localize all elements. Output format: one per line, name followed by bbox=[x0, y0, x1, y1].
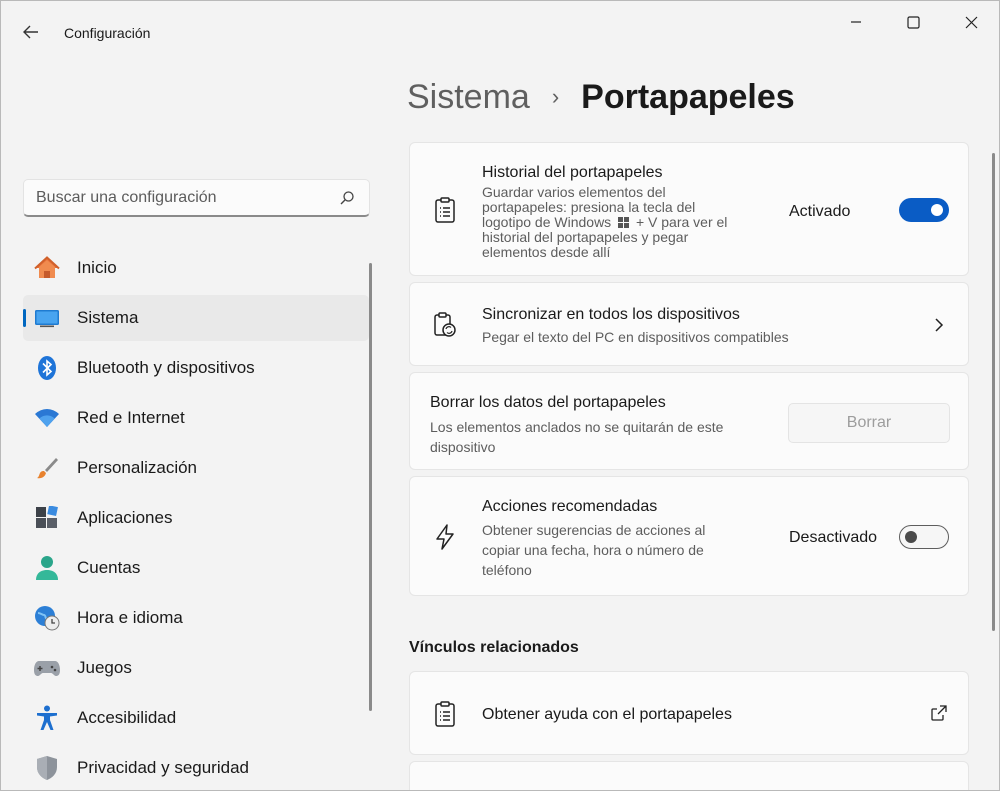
suggested-actions-card: Acciones recomendadas Obtener sugerencia… bbox=[409, 476, 969, 596]
card-description: Pegar el texto del PC en dispositivos co… bbox=[482, 329, 789, 345]
clipboard-icon bbox=[432, 701, 458, 727]
breadcrumb: Sistema › Portapapeles bbox=[407, 75, 795, 119]
account-icon bbox=[34, 555, 60, 581]
sidebar-item-sistema[interactable]: Sistema bbox=[23, 295, 369, 341]
page-title: Portapapeles bbox=[581, 77, 795, 116]
search-input[interactable] bbox=[24, 180, 324, 216]
external-link-icon bbox=[931, 705, 947, 721]
clipboard-history-toggle[interactable] bbox=[899, 198, 949, 222]
clear-button[interactable]: Borrar bbox=[788, 403, 950, 443]
shield-icon bbox=[34, 755, 60, 781]
sidebar-nav: Inicio Sistema Bluetooth y dispositivos … bbox=[23, 245, 369, 790]
sidebar-item-red[interactable]: Red e Internet bbox=[23, 395, 369, 441]
sidebar-item-cuentas[interactable]: Cuentas bbox=[23, 545, 369, 591]
sidebar-item-label: Accesibilidad bbox=[77, 708, 177, 727]
sidebar-item-personalizacion[interactable]: Personalización bbox=[23, 445, 369, 491]
card-description-line: Los elementos anclados no se quitarán de… bbox=[430, 419, 724, 435]
related-links-title: Vínculos relacionados bbox=[409, 639, 579, 656]
minimize-icon bbox=[851, 21, 861, 23]
paintbrush-icon bbox=[34, 455, 60, 481]
search-icon[interactable] bbox=[339, 190, 355, 206]
globe-clock-icon bbox=[34, 605, 60, 631]
search-box[interactable] bbox=[23, 179, 370, 217]
breadcrumb-separator: › bbox=[551, 84, 560, 109]
sidebar-item-label: Cuentas bbox=[77, 558, 141, 577]
suggested-actions-toggle[interactable] bbox=[899, 525, 949, 549]
sidebar-item-label: Bluetooth y dispositivos bbox=[77, 358, 255, 377]
breadcrumb-parent[interactable]: Sistema bbox=[407, 78, 530, 117]
card-description-line: Obtener sugerencias de acciones al bbox=[482, 522, 706, 538]
card-description-line: logotipo de Windows + V para ver el bbox=[482, 215, 727, 230]
close-icon bbox=[965, 16, 977, 28]
windows-logo-icon bbox=[618, 217, 630, 228]
app-title: Configuración bbox=[64, 25, 151, 41]
close-button[interactable] bbox=[948, 7, 994, 37]
maximize-icon bbox=[906, 15, 920, 29]
card-description-line: Guardar varios elementos del bbox=[482, 184, 666, 200]
wifi-icon bbox=[34, 405, 60, 431]
toggle-state-label: Desactivado bbox=[789, 529, 878, 546]
sidebar-item-inicio[interactable]: Inicio bbox=[23, 245, 369, 291]
card-description-text: logotipo de Windows bbox=[482, 214, 612, 230]
system-display-icon bbox=[34, 305, 60, 331]
home-icon bbox=[34, 255, 60, 281]
sidebar-item-label: Juegos bbox=[77, 658, 132, 677]
accessibility-icon bbox=[34, 705, 60, 731]
sidebar-item-label: Hora e idioma bbox=[77, 608, 183, 627]
sidebar-item-hora[interactable]: Hora e idioma bbox=[23, 595, 369, 641]
help-link-card[interactable]: Obtener ayuda con el portapapeles bbox=[409, 671, 969, 755]
sidebar-item-label: Inicio bbox=[77, 258, 117, 277]
card-description-line: teléfono bbox=[482, 562, 532, 578]
maximize-button[interactable] bbox=[890, 7, 936, 37]
card-title: Acciones recomendadas bbox=[482, 498, 658, 515]
clipboard-sync-icon bbox=[432, 312, 458, 338]
gamepad-icon bbox=[34, 655, 60, 681]
help-link-label: Obtener ayuda con el portapapeles bbox=[482, 706, 732, 723]
card-title: Sincronizar en todos los dispositivos bbox=[482, 306, 740, 323]
clipboard-icon bbox=[432, 197, 458, 223]
sidebar-item-accesibilidad[interactable]: Accesibilidad bbox=[23, 695, 369, 741]
apps-icon bbox=[34, 505, 60, 531]
card-description-line: elementos desde allí bbox=[482, 244, 611, 260]
sync-devices-card[interactable]: Sincronizar en todos los dispositivos Pe… bbox=[409, 282, 969, 366]
sidebar-item-label: Aplicaciones bbox=[77, 508, 173, 527]
back-arrow-icon bbox=[23, 25, 38, 39]
settings-window: Configuración Sistema › Portapapeles Ini… bbox=[0, 0, 1000, 791]
card-title: Borrar los datos del portapapeles bbox=[430, 394, 666, 411]
clipboard-history-card: Historial del portapapeles Guardar vario… bbox=[409, 142, 969, 276]
sidebar-item-privacidad[interactable]: Privacidad y seguridad bbox=[23, 745, 369, 790]
main-scrollbar[interactable] bbox=[992, 153, 995, 631]
bluetooth-icon bbox=[34, 355, 60, 381]
card-description-line: portapapeles: presiona la tecla del bbox=[482, 199, 696, 215]
minimize-button[interactable] bbox=[833, 7, 879, 37]
clear-clipboard-card: Borrar los datos del portapapeles Los el… bbox=[409, 372, 969, 470]
chevron-right-icon bbox=[935, 318, 944, 332]
card-description-text: + V para ver el bbox=[635, 214, 728, 230]
card-description-line: historial del portapapeles y pegar bbox=[482, 229, 689, 245]
card-title: Historial del portapapeles bbox=[482, 164, 663, 181]
sidebar-item-juegos[interactable]: Juegos bbox=[23, 645, 369, 691]
sidebar-item-label: Personalización bbox=[77, 458, 198, 477]
toggle-state-label: Activado bbox=[789, 203, 851, 220]
related-link-card[interactable] bbox=[409, 761, 969, 790]
sidebar-item-bluetooth[interactable]: Bluetooth y dispositivos bbox=[23, 345, 369, 391]
sidebar-item-label: Privacidad y seguridad bbox=[77, 758, 249, 777]
sidebar-item-aplicaciones[interactable]: Aplicaciones bbox=[23, 495, 369, 541]
sidebar-scrollbar[interactable] bbox=[369, 263, 372, 711]
title-bar: Configuración bbox=[1, 1, 999, 57]
card-description-line: copiar una fecha, hora o número de bbox=[482, 542, 704, 558]
back-button[interactable] bbox=[15, 17, 47, 47]
sidebar-item-label: Red e Internet bbox=[77, 408, 185, 427]
card-description-line: dispositivo bbox=[430, 439, 496, 455]
lightning-icon bbox=[432, 524, 458, 550]
sidebar-item-label: Sistema bbox=[77, 308, 139, 327]
